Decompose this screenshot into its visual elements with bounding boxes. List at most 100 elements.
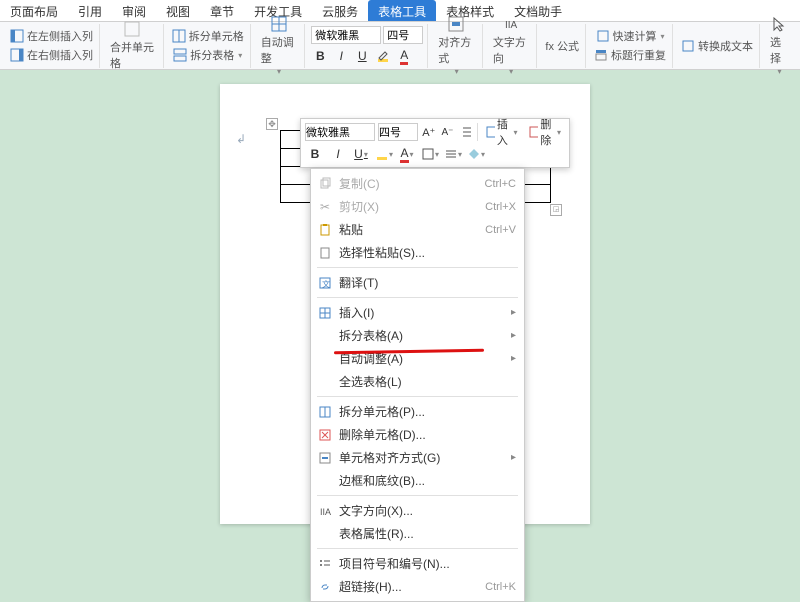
to-text-label: 转换成文本 — [698, 38, 753, 54]
menu-separator — [317, 396, 518, 397]
menu-copy[interactable]: 复制(C) Ctrl+C — [311, 172, 524, 195]
menu-table-properties[interactable]: 表格属性(R)... — [311, 522, 524, 545]
group-insert-cols: 在左侧插入列 在右侧插入列 — [4, 24, 100, 68]
font-size-select[interactable] — [383, 26, 423, 44]
menu-cut[interactable]: ✂ 剪切(X) Ctrl+X — [311, 195, 524, 218]
menu-insert[interactable]: 插入(I) ▸ — [311, 301, 524, 324]
merge-icon — [123, 20, 141, 38]
group-autofit: 自动调整▾ — [253, 24, 306, 68]
tab-chapter[interactable]: 章节 — [200, 0, 244, 21]
italic-button[interactable]: I — [332, 47, 350, 65]
context-menu: 复制(C) Ctrl+C ✂ 剪切(X) Ctrl+X 粘贴 Ctrl+V 选择… — [310, 168, 525, 602]
select-button[interactable]: 选择▾ — [766, 13, 792, 78]
mini-align-button[interactable]: ▾ — [443, 144, 463, 164]
menu-split-table[interactable]: 拆分表格(A) ▸ — [311, 324, 524, 347]
menu-separator — [317, 495, 518, 496]
split-cells-label: 拆分单元格 — [189, 28, 244, 44]
bullets-icon — [317, 556, 333, 572]
mini-linespacing-button[interactable] — [458, 122, 474, 142]
chevron-down-icon: ▾ — [661, 32, 665, 41]
menu-translate[interactable]: 文 翻译(T) — [311, 271, 524, 294]
quick-calc-button[interactable]: 快速计算▾ — [594, 27, 667, 45]
group-convert: 转换成文本 — [675, 24, 760, 68]
submenu-arrow-icon: ▸ — [511, 353, 516, 364]
mini-highlight-button[interactable]: ▾ — [374, 144, 394, 164]
split-cells-button[interactable]: 拆分单元格 — [170, 27, 246, 45]
mini-font-size[interactable] — [378, 123, 418, 141]
mini-bold-button[interactable]: B — [305, 144, 325, 164]
mini-italic-button[interactable]: I — [328, 144, 348, 164]
mini-shrink-font-button[interactable]: A⁻ — [440, 122, 456, 142]
submenu-arrow-icon: ▸ — [511, 330, 516, 341]
menu-delete-cells[interactable]: 删除单元格(D)... — [311, 423, 524, 446]
menu-select-table[interactable]: 全选表格(L) — [311, 370, 524, 393]
align-button[interactable]: 对齐方式▾ — [434, 13, 478, 78]
insert-col-left-button[interactable]: 在左侧插入列 — [8, 27, 95, 45]
insert-left-icon — [10, 29, 24, 43]
mini-grow-font-button[interactable]: A⁺ — [421, 122, 437, 142]
select-label: 选择 — [770, 34, 788, 66]
menu-copy-label: 复制(C) — [339, 175, 380, 192]
menu-hyperlink[interactable]: 超链接(H)... Ctrl+K — [311, 575, 524, 598]
menu-paste-shortcut: Ctrl+V — [485, 224, 516, 236]
menu-paste-label: 粘贴 — [339, 221, 363, 238]
bold-button[interactable]: B — [311, 47, 329, 65]
formula-button[interactable]: fx 公式 — [543, 37, 581, 55]
text-direction-icon: IIA — [317, 503, 333, 519]
tab-table-tools[interactable]: 表格工具 — [368, 0, 436, 21]
mini-shading-button[interactable]: ▾ — [466, 144, 486, 164]
menu-delete-cells-label: 删除单元格(D)... — [339, 426, 426, 443]
autofit-button[interactable]: 自动调整▾ — [257, 13, 301, 78]
menu-split-cells[interactable]: 拆分单元格(P)... — [311, 400, 524, 423]
text-direction-button[interactable]: IIA 文字方向▾ — [489, 13, 533, 78]
menu-paste-special-label: 选择性粘贴(S)... — [339, 244, 425, 261]
menu-cut-shortcut: Ctrl+X — [485, 201, 516, 213]
insert-icon — [317, 305, 333, 321]
mini-underline-button[interactable]: U▾ — [351, 144, 371, 164]
align-icon — [447, 15, 465, 33]
submenu-arrow-icon: ▸ — [511, 307, 516, 318]
insert-col-right-button[interactable]: 在右侧插入列 — [8, 46, 95, 64]
underline-button[interactable]: U — [353, 47, 371, 65]
copy-icon — [317, 176, 333, 192]
text-direction-label: 文字方向 — [493, 34, 529, 66]
cut-icon: ✂ — [317, 199, 333, 215]
tab-page-layout[interactable]: 页面布局 — [0, 0, 68, 21]
to-text-button[interactable]: 转换成文本 — [679, 37, 755, 55]
translate-icon: 文 — [317, 275, 333, 291]
menu-cell-align[interactable]: 单元格对齐方式(G) ▸ — [311, 446, 524, 469]
paste-icon — [317, 222, 333, 238]
svg-text:IIA: IIA — [505, 20, 518, 31]
menu-bullets[interactable]: 项目符号和编号(N)... — [311, 552, 524, 575]
svg-text:IIA: IIA — [320, 507, 331, 517]
menu-split-cells-label: 拆分单元格(P)... — [339, 403, 425, 420]
highlight-button[interactable] — [374, 47, 392, 65]
chevron-down-icon: ▾ — [277, 67, 281, 76]
menu-select-table-label: 全选表格(L) — [339, 373, 402, 390]
mini-font-color-button[interactable]: A▾ — [397, 144, 417, 164]
tab-view[interactable]: 视图 — [156, 0, 200, 21]
menu-translate-label: 翻译(T) — [339, 274, 378, 291]
merge-cells-button[interactable]: 合并单元格 — [106, 18, 159, 73]
menu-separator — [317, 297, 518, 298]
font-name-select[interactable] — [311, 26, 381, 44]
menu-paste-special[interactable]: 选择性粘贴(S)... — [311, 241, 524, 264]
table-resize-handle[interactable]: ◲ — [550, 204, 562, 216]
insert-col-left-label: 在左侧插入列 — [27, 28, 93, 44]
tab-cloud[interactable]: 云服务 — [312, 0, 368, 21]
repeat-header-button[interactable]: 标题行重复 — [592, 46, 668, 64]
mini-insert-button[interactable]: 插入▾ — [481, 122, 522, 142]
cell-align-icon — [317, 450, 333, 466]
svg-text:文: 文 — [322, 279, 330, 289]
repeat-header-label: 标题行重复 — [611, 47, 666, 63]
mini-font-name[interactable] — [305, 123, 375, 141]
split-table-button[interactable]: 拆分表格▾ — [171, 46, 244, 64]
mini-border-button[interactable]: ▾ — [420, 144, 440, 164]
group-font: B I U A — [307, 24, 428, 68]
font-color-button[interactable]: A — [395, 47, 413, 65]
table-move-handle[interactable]: ✥ — [266, 118, 278, 130]
mini-delete-button[interactable]: 删除▾ — [524, 122, 565, 142]
menu-borders[interactable]: 边框和底纹(B)... — [311, 469, 524, 492]
menu-paste[interactable]: 粘贴 Ctrl+V — [311, 218, 524, 241]
menu-text-direction[interactable]: IIA 文字方向(X)... — [311, 499, 524, 522]
